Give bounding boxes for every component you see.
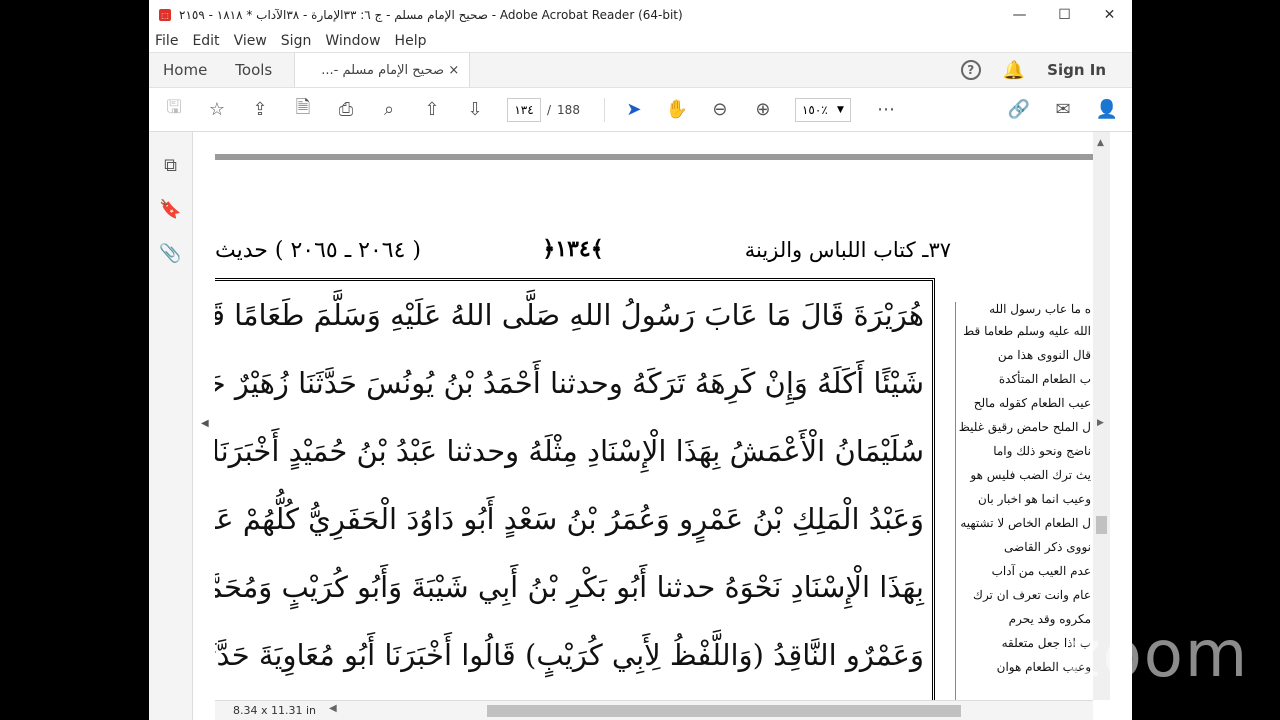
page-up-icon[interactable]: ⇧ bbox=[421, 99, 443, 121]
toolbar: 🖫 ☆ ⇪ 🗎 ⎙ ⌕ ⇧ ⇩ ١٣٤ / 188 ➤ ✋ ⊖ ⊕ ١٥٠٪ ▼… bbox=[149, 88, 1132, 132]
hand-tool-icon[interactable]: ✋ bbox=[666, 99, 688, 121]
book-title-heading: ٣٧ـ كتاب اللباس والزينة bbox=[744, 238, 951, 262]
page-thumbnails-icon[interactable]: ⧉ bbox=[160, 154, 182, 176]
close-button[interactable]: ✕ bbox=[1087, 0, 1132, 30]
select-cursor-icon[interactable]: ➤ bbox=[623, 99, 645, 121]
menu-view[interactable]: View bbox=[234, 33, 267, 49]
menu-help[interactable]: Help bbox=[395, 33, 427, 49]
commentary-line: ل الطعام الخاص لا تشتهيه bbox=[960, 516, 1091, 530]
chevron-down-icon: ▼ bbox=[837, 104, 844, 115]
minimize-button[interactable]: — bbox=[997, 0, 1042, 30]
page-down-icon[interactable]: ⇩ bbox=[464, 99, 486, 121]
page-number-input[interactable]: ١٣٤ bbox=[507, 97, 541, 122]
vertical-scroll-thumb[interactable] bbox=[1096, 516, 1107, 534]
save-icon[interactable]: 🖫 bbox=[163, 97, 185, 121]
protect-file-icon[interactable]: 🗎 bbox=[292, 97, 314, 121]
vertical-scrollbar[interactable]: ▲ ▶ bbox=[1093, 132, 1110, 700]
commentary-line: ل الملح حامض رقيق غليظ bbox=[958, 420, 1091, 434]
left-panel: ⧉ 🔖 📎 bbox=[149, 132, 193, 720]
text-line: هُرَيْرَةَ قَالَ مَا عَابَ رَسُولُ اللهِ… bbox=[215, 298, 924, 332]
help-icon[interactable]: ? bbox=[960, 60, 981, 80]
search-icon[interactable]: ⌕ bbox=[378, 99, 400, 121]
bookmark-icon[interactable]: 🔖 bbox=[159, 198, 181, 220]
maximize-button[interactable]: ☐ bbox=[1042, 0, 1087, 30]
more-tools-icon[interactable]: ⋯ bbox=[875, 99, 897, 121]
acrobat-window: ⬚ صحيح الإمام مسلم - ج ٦: ٣٣الإمارة - ٣٨… bbox=[149, 0, 1132, 720]
commentary-line: يث ترك الضب فليس هو bbox=[970, 468, 1091, 482]
add-user-icon[interactable]: 👤 bbox=[1096, 99, 1118, 121]
window-title: صحيح الإمام مسلم - ج ٦: ٣٣الإمارة - ٣٨ال… bbox=[179, 8, 683, 22]
menu-window[interactable]: Window bbox=[325, 33, 380, 49]
zoom-in-icon[interactable]: ⊕ bbox=[752, 99, 774, 121]
text-line: وَعَمْرٌو النَّاقِدُ (وَاللَّفْظُ لِأَبِ… bbox=[215, 638, 924, 672]
text-line: وَعَبْدُ الْمَلِكِ بْنُ عَمْرٍو وَعُمَرُ… bbox=[215, 502, 924, 536]
page-size-label: 8.34 x 11.31 in bbox=[233, 704, 317, 717]
zoom-out-icon[interactable]: ⊖ bbox=[709, 99, 731, 121]
email-icon[interactable]: ✉ bbox=[1052, 99, 1074, 121]
commentary-line: قال النووى هذا من bbox=[997, 348, 1091, 362]
commentary-line: ب الطعام المتأكدة bbox=[998, 372, 1091, 386]
hadith-range-heading: ( ٢٠٦٤ ـ ٢٠٦٥ ) حديث bbox=[215, 238, 421, 263]
commentary-line: عام وانت تعرف ان ترك bbox=[973, 588, 1091, 602]
hscroll-left-arrow-icon[interactable]: ◀ bbox=[329, 703, 337, 714]
commentary-line: الله عليه وسلم طعاما قط bbox=[963, 324, 1091, 338]
scroll-right-arrow-icon[interactable]: ▶ bbox=[1097, 418, 1104, 428]
page-separator: / bbox=[547, 102, 552, 117]
print-icon[interactable]: ⎙ bbox=[335, 99, 357, 121]
page-top-rule bbox=[215, 154, 1093, 160]
star-icon[interactable]: ☆ bbox=[206, 99, 228, 121]
title-bar: ⬚ صحيح الإمام مسلم - ج ٦: ٣٣الإمارة - ٣٨… bbox=[149, 0, 1132, 30]
document-view: ( ٢٠٦٤ ـ ٢٠٦٥ ) حديث ﴿١٣٤﴾ ٣٧ـ كتاب اللب… bbox=[215, 132, 1093, 700]
menu-file[interactable]: File bbox=[155, 33, 178, 49]
text-line: سُلَيْمَانُ الْأَعْمَشُ بِهَذَا الْإِسْن… bbox=[215, 434, 924, 468]
menu-edit[interactable]: Edit bbox=[192, 33, 219, 49]
menu-bar: File Edit View Sign Window Help bbox=[149, 30, 1132, 52]
scroll-up-arrow-icon[interactable]: ▲ bbox=[1097, 138, 1104, 148]
sign-in-button[interactable]: Sign In bbox=[1047, 61, 1106, 79]
attachment-icon[interactable]: 📎 bbox=[159, 242, 181, 264]
status-bar: 8.34 x 11.31 in ◀ bbox=[215, 700, 1093, 720]
page-number-ornament: ﴿١٣٤﴾ bbox=[542, 236, 604, 262]
tab-bar: Home Tools صحيح الإمام مسلم -... × ? 🔔 S… bbox=[149, 52, 1132, 88]
zoom-watermark: zoom bbox=[1067, 618, 1250, 692]
pdf-icon: ⬚ bbox=[159, 9, 171, 21]
page-total: 188 bbox=[557, 102, 580, 117]
commentary-line: ه ما عاب رسول الله bbox=[989, 302, 1091, 316]
tab-document[interactable]: صحيح الإمام مسلم -... × bbox=[294, 53, 471, 87]
commentary-line: وعيب انما هو اخبار بان bbox=[977, 492, 1091, 506]
zoom-value: ١٥٠٪ bbox=[801, 102, 828, 117]
tab-home[interactable]: Home bbox=[149, 53, 221, 87]
commentary-line: عدم العيب من آداب bbox=[991, 564, 1091, 578]
text-line: شَيْئًا أَكَلَهُ وَإِنْ كَرِهَهُ تَرَكَه… bbox=[215, 366, 924, 400]
text-line: بِهَذَا الْإِسْنَادِ نَحْوَهُ حدثنا أَبُ… bbox=[215, 570, 924, 604]
share-link-icon[interactable]: 🔗 bbox=[1008, 99, 1030, 121]
tab-tools[interactable]: Tools bbox=[221, 53, 286, 87]
tab-document-label: صحيح الإمام مسلم -... bbox=[321, 62, 444, 78]
menu-sign[interactable]: Sign bbox=[281, 33, 312, 49]
bell-icon[interactable]: 🔔 bbox=[1003, 60, 1025, 81]
commentary-line: ناضج ونحو ذلك واما bbox=[993, 444, 1091, 458]
commentary-line: عيب الطعام كقوله مالح bbox=[973, 396, 1091, 410]
upload-cloud-icon[interactable]: ⇪ bbox=[249, 99, 271, 121]
scroll-left-arrow-icon[interactable]: ◀ bbox=[201, 418, 209, 429]
horizontal-scroll-thumb[interactable] bbox=[487, 705, 961, 717]
zoom-select[interactable]: ١٥٠٪ ▼ bbox=[794, 97, 851, 122]
close-tab-icon[interactable]: × bbox=[448, 63, 459, 78]
main-text-frame: هُرَيْرَةَ قَالَ مَا عَابَ رَسُولُ اللهِ… bbox=[215, 278, 935, 700]
commentary-line: نووى ذكر القاضى bbox=[1004, 540, 1091, 554]
